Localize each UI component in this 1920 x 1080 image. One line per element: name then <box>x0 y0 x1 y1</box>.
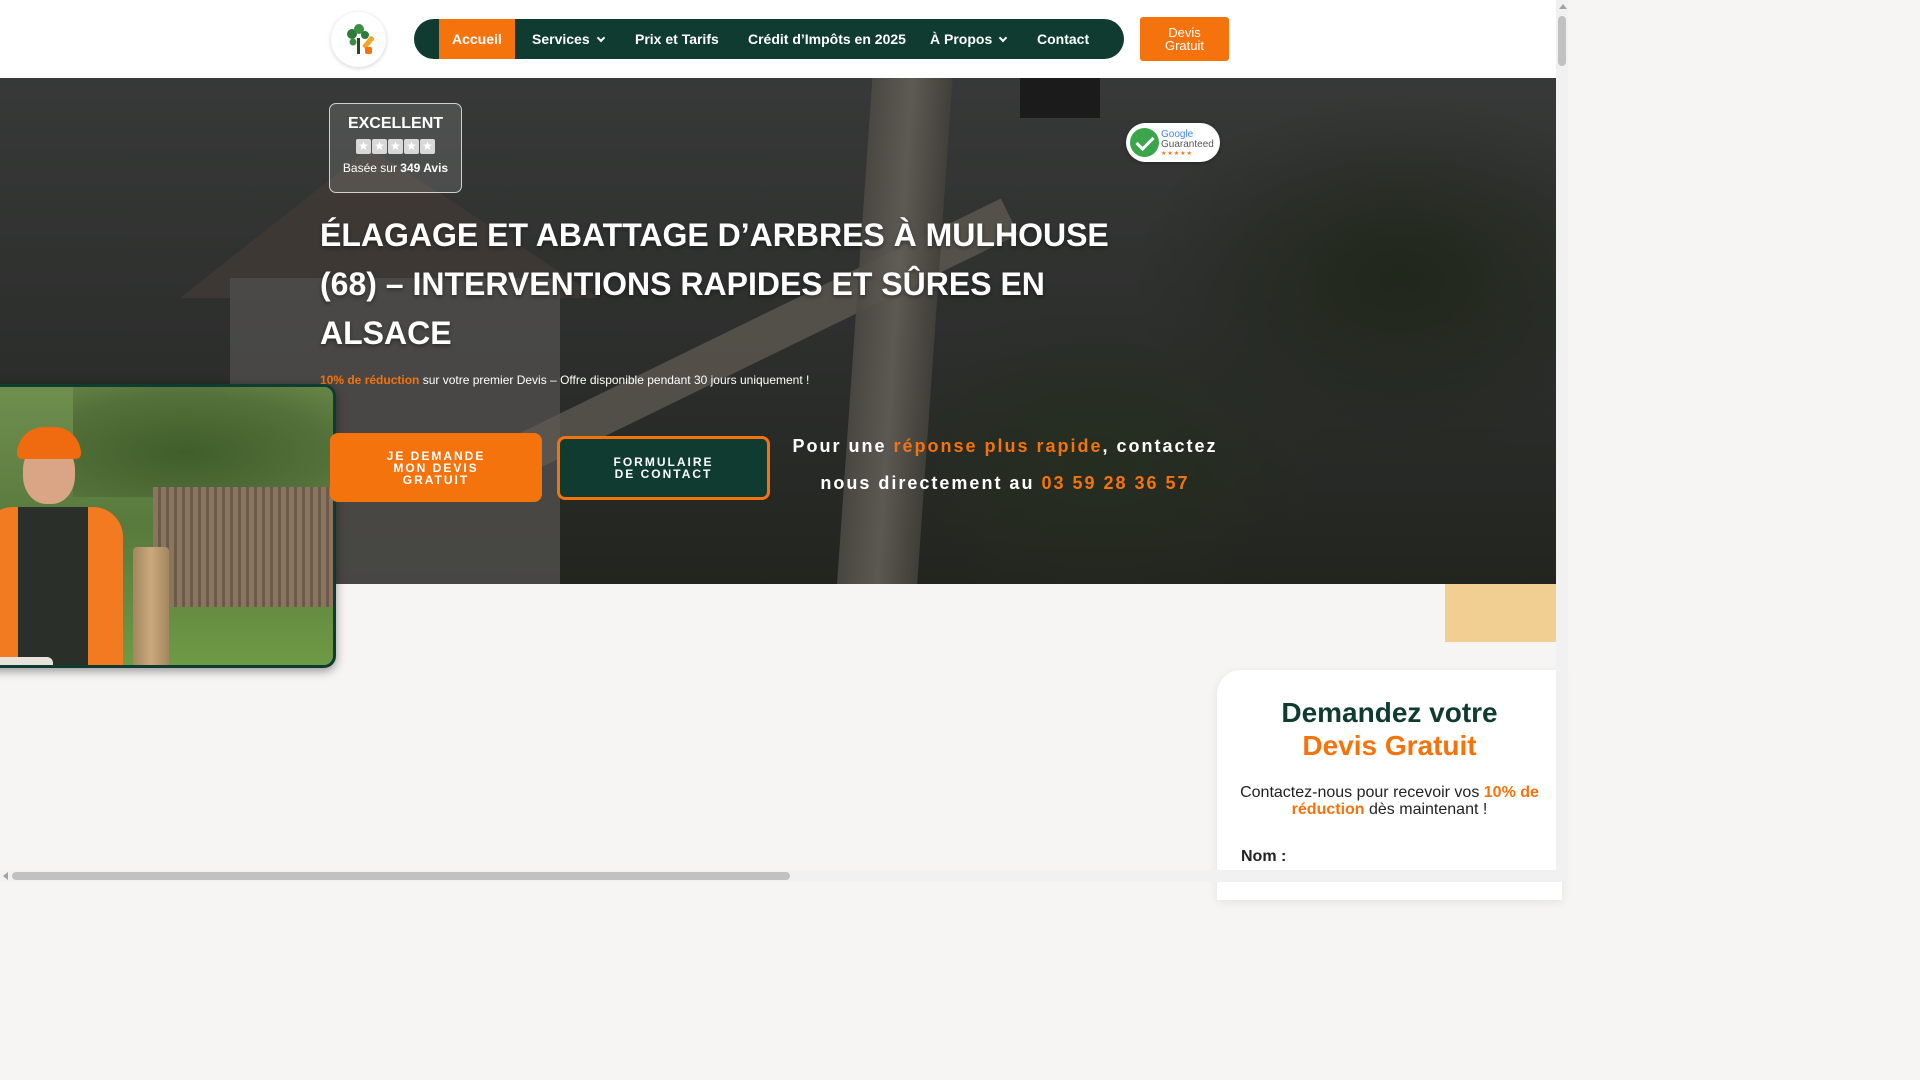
google-guaranteed-badge[interactable]: Google Guaranteed ★★★★★ <box>1126 123 1220 162</box>
star-icon: ★ <box>356 139 371 154</box>
tree-chainsaw-logo-icon <box>346 23 374 54</box>
main-nav: Accueil Services Prix et Tarifs Crédit d… <box>414 19 1124 59</box>
phone-callout: Pour une réponse plus rapide, contactez … <box>785 428 1225 502</box>
hero-promo: 10% de réduction sur votre premier Devis… <box>320 373 809 387</box>
badge-line2: Guaranteed <box>1161 139 1214 150</box>
callout-highlight: réponse plus rapide <box>893 436 1103 456</box>
form-subtitle: Contactez-nous pour recevoir vos 10% de … <box>1240 784 1540 818</box>
star-icon: ★ <box>420 139 435 154</box>
star-icon: ★ <box>404 139 419 154</box>
photo-worker-helmet <box>17 427 81 459</box>
nav-item-services[interactable]: Services <box>532 19 605 59</box>
form-sub-text: dès maintenant ! <box>1364 801 1488 818</box>
rating-sub-prefix: Basée sur <box>342 161 397 175</box>
photo-worker-jacket <box>0 507 123 665</box>
phone-link[interactable]: 03 59 28 36 57 <box>1041 473 1189 493</box>
nav-item-a-propos[interactable]: À Propos <box>930 19 1008 59</box>
badge-stars: ★★★★★ <box>1161 151 1193 157</box>
hero-title: ÉLAGAGE ET ABATTAGE D’ARBRES À MULHOUSE … <box>320 217 1109 351</box>
scroll-up-icon[interactable] <box>1559 4 1567 9</box>
promo-highlight: 10% de réduction <box>320 373 420 387</box>
chevron-down-icon <box>998 33 1008 43</box>
nav-item-label: Services <box>532 31 590 47</box>
form-sub-text: Contactez-nous pour recevoir vos <box>1240 784 1484 801</box>
photo-tree-stump <box>133 547 169 665</box>
nav-item-accueil[interactable]: Accueil <box>439 19 515 59</box>
cta-line: Gratuit <box>1164 38 1204 53</box>
rating-title: EXCELLENT <box>347 115 444 132</box>
vertical-scrollbar[interactable] <box>1556 0 1568 882</box>
decorative-block <box>1445 584 1556 642</box>
btn-line: GRATUIT <box>402 473 470 487</box>
nav-item-contact[interactable]: Contact <box>1037 19 1089 59</box>
form-title-highlight: Devis Gratuit <box>1302 730 1477 761</box>
btn-line: DE CONTACT <box>614 467 713 481</box>
photo-fence <box>153 487 333 607</box>
nav-item-label: À Propos <box>930 31 993 47</box>
callout-text: Pour une <box>792 436 894 456</box>
horizontal-scroll-thumb[interactable] <box>12 872 790 880</box>
form-title: Demandez votre <box>1281 697 1498 728</box>
star-icon: ★ <box>388 139 403 154</box>
devis-gratuit-button[interactable]: Devis Gratuit <box>1140 17 1229 61</box>
site-logo[interactable] <box>331 12 386 67</box>
check-icon <box>1130 128 1159 157</box>
scroll-left-icon[interactable] <box>3 872 8 880</box>
site-header: Accueil Services Prix et Tarifs Crédit d… <box>0 0 1556 78</box>
rating-stars: ★ ★ ★ ★ ★ <box>330 137 461 155</box>
arborist-photo <box>0 384 336 668</box>
star-icon: ★ <box>372 139 387 154</box>
quote-form-card: Demandez votre Devis Gratuit Contactez-n… <box>1217 670 1562 900</box>
photo-worker <box>0 427 133 665</box>
chevron-down-icon <box>596 33 605 43</box>
name-field-label: Nom : <box>1241 848 1287 865</box>
nav-item-prix-tarifs[interactable]: Prix et Tarifs <box>635 19 719 59</box>
rating-subtitle: Basée sur 349 Avis <box>330 161 461 175</box>
nav-item-credit-impots[interactable]: Crédit d’Impôts en 2025 <box>748 19 906 59</box>
demande-devis-button[interactable]: JE DEMANDE MON DEVIS GRATUIT <box>330 433 542 502</box>
formulaire-contact-button[interactable]: FORMULAIRE DE CONTACT <box>557 436 770 500</box>
photo-chainsaw <box>0 657 53 665</box>
rating-widget[interactable]: EXCELLENT ★ ★ ★ ★ ★ Basée sur 349 Avis <box>329 103 462 193</box>
promo-text: sur votre premier Devis – Offre disponib… <box>419 373 810 387</box>
vertical-scroll-thumb[interactable] <box>1558 16 1566 66</box>
rating-count: 349 Avis <box>400 161 449 175</box>
